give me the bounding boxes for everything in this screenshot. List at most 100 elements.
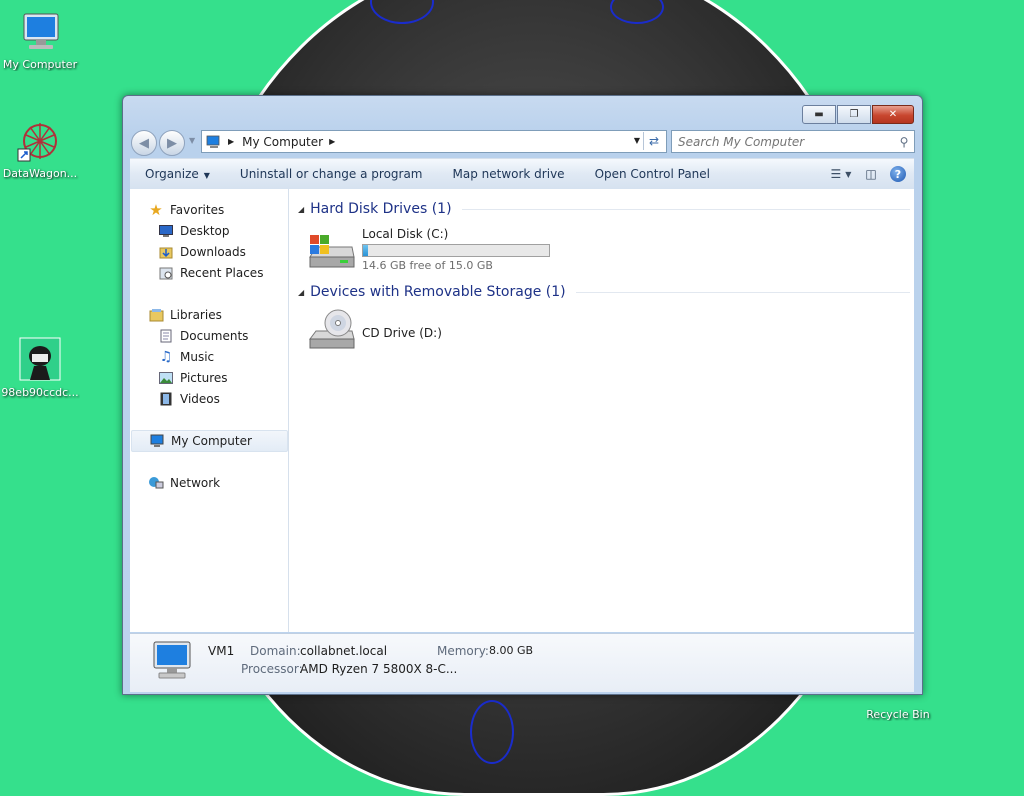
pictures-icon xyxy=(158,370,174,386)
command-bar: Organize ▼ Uninstall or change a program … xyxy=(130,158,914,190)
hard-drive-icon xyxy=(309,235,355,268)
nav-item-desktop[interactable]: Desktop xyxy=(158,221,230,241)
help-button[interactable]: ? xyxy=(890,166,906,182)
address-dropdown-icon[interactable]: ▼ xyxy=(634,136,640,145)
restore-icon: ❐ xyxy=(849,109,859,120)
search-icon[interactable]: ⚲ xyxy=(894,135,914,149)
minimize-button[interactable]: ▬ xyxy=(802,105,836,124)
drive-free-space: 14.6 GB free of 15.0 GB xyxy=(362,259,493,272)
image-thumbnail-icon xyxy=(19,337,61,381)
forward-button[interactable]: ▶ xyxy=(159,130,185,156)
libraries-icon xyxy=(148,307,164,323)
details-pane: VM1 Domain: collabnet.local Memory: 8.00… xyxy=(130,633,914,692)
desktop-icon-label: 98eb90ccdc... xyxy=(1,386,79,399)
drive-name: CD Drive (D:) xyxy=(362,326,442,340)
nav-label: Desktop xyxy=(180,224,230,238)
desktop-icon-my-computer[interactable]: My Computer xyxy=(0,8,80,71)
documents-icon xyxy=(158,328,174,344)
refresh-button[interactable]: ⇄ xyxy=(643,132,664,150)
desktop-icon-image-file[interactable]: 98eb90ccdc... xyxy=(0,336,80,399)
change-view-button[interactable]: ☰ ▼ xyxy=(830,164,852,184)
search-box[interactable]: ⚲ xyxy=(671,130,915,153)
computer-icon xyxy=(23,13,59,49)
collapse-triangle-icon[interactable]: ◢ xyxy=(298,205,304,214)
nav-item-recent-places[interactable]: Recent Places xyxy=(158,263,263,283)
group-header-hard-disk-drives[interactable]: ◢ Hard Disk Drives (1) xyxy=(298,201,910,217)
map-network-drive-button[interactable]: Map network drive xyxy=(438,167,580,181)
nav-item-pictures[interactable]: Pictures xyxy=(158,368,228,388)
chevron-down-icon: ▼ xyxy=(845,169,852,179)
navigation-pane: ★ Favorites Desktop Downloads Recent Pla… xyxy=(130,189,289,632)
network-icon xyxy=(148,475,164,491)
nav-label: Network xyxy=(170,476,221,490)
network-shortcut-icon xyxy=(17,123,57,162)
group-title: Devices with Removable Storage (1) xyxy=(310,284,566,300)
preview-pane-icon: ◫ xyxy=(865,167,877,181)
breadcrumb-my-computer[interactable]: My Computer xyxy=(242,135,323,149)
search-input[interactable] xyxy=(672,133,894,150)
nav-item-favorites[interactable]: ★ Favorites xyxy=(148,200,224,220)
nav-label: Recent Places xyxy=(180,266,264,280)
computer-name: VM1 xyxy=(208,644,235,658)
desktop-icon-label: Recycle Bin xyxy=(866,708,930,721)
breadcrumb-chevron-icon[interactable]: ▶ xyxy=(329,137,335,146)
processor-label: Processor: xyxy=(241,662,303,676)
recent-pages-dropdown[interactable]: ▼ xyxy=(189,136,195,145)
memory-label: Memory: xyxy=(437,644,489,658)
window-controls: ▬ ❐ ✕ xyxy=(801,105,914,124)
forward-arrow-icon: ▶ xyxy=(167,135,177,151)
star-icon: ★ xyxy=(149,201,163,219)
preview-pane-button[interactable]: ◫ xyxy=(860,164,882,184)
group-header-removable-storage[interactable]: ◢ Devices with Removable Storage (1) xyxy=(298,284,910,300)
view-controls: ☰ ▼ ◫ ? xyxy=(822,164,906,184)
nav-item-downloads[interactable]: Downloads xyxy=(158,242,246,262)
close-button[interactable]: ✕ xyxy=(872,105,914,124)
collapse-triangle-icon[interactable]: ◢ xyxy=(298,288,304,297)
address-bar[interactable]: ▶ My Computer ▶ ▼ ⇄ xyxy=(201,130,667,153)
desktop-icon-label: DataWagon... xyxy=(2,167,78,180)
back-button[interactable]: ◀ xyxy=(131,130,157,156)
computer-icon xyxy=(153,641,191,679)
nav-item-my-computer[interactable]: My Computer xyxy=(131,430,288,452)
nav-item-documents[interactable]: Documents xyxy=(158,326,248,346)
navigation-row: ◀ ▶ ▼ ▶ My Computer ▶ ▼ ⇄ ⚲ xyxy=(131,128,915,156)
memory-value: 8.00 GB xyxy=(489,644,534,657)
desktop-icon xyxy=(158,223,174,239)
nav-label: Favorites xyxy=(170,203,225,217)
nav-label: Pictures xyxy=(180,371,228,385)
nav-item-music[interactable]: ♫ Music xyxy=(158,347,214,367)
nav-item-libraries[interactable]: Libraries xyxy=(148,305,222,325)
explorer-window: ▬ ❐ ✕ ◀ ▶ ▼ ▶ My Computer ▶ ▼ ⇄ ⚲ Organi… xyxy=(122,95,923,695)
close-icon: ✕ xyxy=(888,109,898,120)
organize-label: Organize xyxy=(145,167,199,181)
domain-label: Domain: xyxy=(250,644,301,658)
help-icon: ? xyxy=(894,167,902,181)
drive-name: Local Disk (C:) xyxy=(362,227,449,241)
processor-value: AMD Ryzen 7 5800X 8-C... xyxy=(300,662,458,676)
maximize-button[interactable]: ❐ xyxy=(837,105,871,124)
nav-label: Videos xyxy=(180,392,220,406)
desktop-icon-datawagon[interactable]: DataWagon... xyxy=(0,117,80,180)
back-arrow-icon: ◀ xyxy=(139,135,149,151)
group-divider xyxy=(575,291,910,293)
content-area: ★ Favorites Desktop Downloads Recent Pla… xyxy=(130,189,914,632)
items-pane: ◢ Hard Disk Drives (1) Local Disk (C:) 1… xyxy=(290,189,914,632)
group-divider xyxy=(461,208,910,210)
minimize-icon: ▬ xyxy=(814,109,824,120)
nav-item-network[interactable]: Network xyxy=(148,473,220,493)
open-control-panel-button[interactable]: Open Control Panel xyxy=(580,167,725,181)
nav-label: My Computer xyxy=(171,434,252,448)
computer-icon xyxy=(206,135,220,148)
videos-icon xyxy=(158,391,174,407)
uninstall-program-button[interactable]: Uninstall or change a program xyxy=(225,167,438,181)
view-list-icon: ☰ xyxy=(830,167,842,181)
music-note-icon: ♫ xyxy=(159,349,173,365)
computer-icon xyxy=(149,433,165,449)
nav-item-videos[interactable]: Videos xyxy=(158,389,220,409)
breadcrumb-chevron-icon[interactable]: ▶ xyxy=(228,137,234,146)
organize-button[interactable]: Organize ▼ xyxy=(130,167,225,181)
desktop-icon-label: My Computer xyxy=(2,58,78,71)
wallpaper-stroke xyxy=(470,700,514,764)
drive-usage-fill xyxy=(363,245,369,256)
nav-label: Libraries xyxy=(170,308,222,322)
